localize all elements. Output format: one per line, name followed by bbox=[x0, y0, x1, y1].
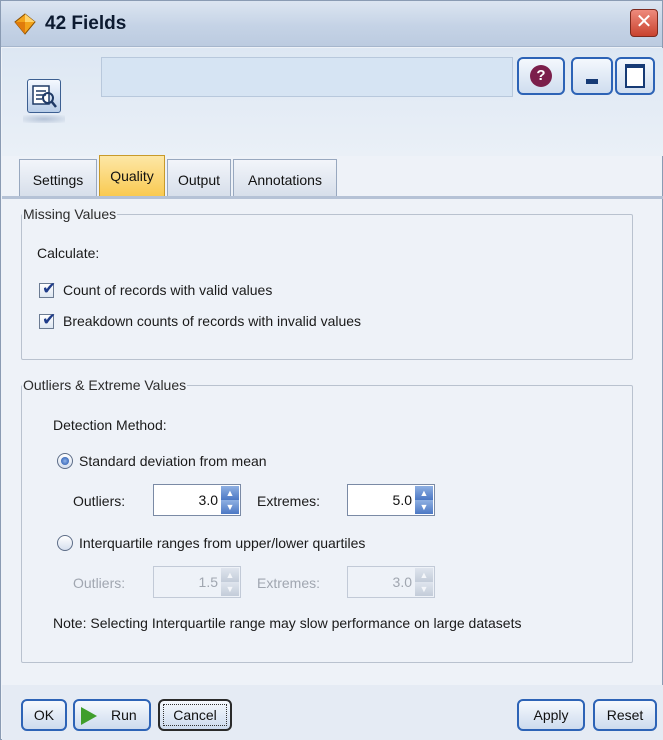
valid-values-label: Count of records with valid values bbox=[63, 282, 273, 298]
spinner-down-icon[interactable]: ▼ bbox=[221, 582, 239, 596]
spinner-arrows[interactable]: ▲ ▼ bbox=[415, 486, 433, 514]
std-extremes-label: Extremes: bbox=[257, 493, 321, 509]
focus-ring bbox=[163, 704, 227, 726]
spinner-down-icon[interactable]: ▼ bbox=[221, 500, 239, 514]
iqr-outliers-spinner[interactable]: 1.5 ▲ ▼ bbox=[153, 566, 241, 598]
iqr-radio[interactable] bbox=[57, 535, 73, 551]
std-outliers-value: 3.0 bbox=[198, 492, 218, 508]
iqr-label: Interquartile ranges from upper/lower qu… bbox=[79, 535, 366, 551]
reset-button[interactable]: Reset bbox=[593, 699, 657, 731]
help-button[interactable]: ? bbox=[517, 57, 565, 95]
apply-button[interactable]: Apply bbox=[517, 699, 585, 731]
radio-selected-dot bbox=[61, 457, 69, 465]
app-diamond-icon bbox=[14, 13, 36, 35]
ok-button[interactable]: OK bbox=[21, 699, 67, 731]
window-title: 42 Fields bbox=[45, 13, 127, 34]
std-dev-label: Standard deviation from mean bbox=[79, 453, 267, 469]
checkmark-icon: ✔ bbox=[42, 310, 57, 329]
node-glyph-icon bbox=[32, 85, 57, 108]
outliers-legend: Outliers & Extreme Values bbox=[23, 377, 187, 393]
close-button[interactable]: ✕ bbox=[630, 9, 658, 37]
run-button[interactable]: Run bbox=[73, 699, 151, 731]
iqr-extremes-spinner[interactable]: 3.0 ▲ ▼ bbox=[347, 566, 435, 598]
std-extremes-spinner[interactable]: 5.0 ▲ ▼ bbox=[347, 484, 435, 516]
maximize-button[interactable] bbox=[615, 57, 655, 95]
title-bar[interactable]: 42 Fields ✕ bbox=[1, 1, 662, 47]
run-play-icon bbox=[81, 707, 97, 725]
dialog-window: 42 Fields ✕ ? Settings Quality Output An… bbox=[0, 0, 663, 740]
tab-output[interactable]: Output bbox=[167, 159, 231, 197]
tab-annotations[interactable]: Annotations bbox=[233, 159, 337, 197]
performance-note: Note: Selecting Interquartile range may … bbox=[53, 615, 522, 631]
node-icon-shadow bbox=[23, 115, 65, 123]
spinner-up-icon[interactable]: ▲ bbox=[415, 568, 433, 582]
spinner-up-icon[interactable]: ▲ bbox=[221, 568, 239, 582]
spinner-down-icon[interactable]: ▼ bbox=[415, 500, 433, 514]
help-icon: ? bbox=[530, 65, 552, 87]
std-extremes-value: 5.0 bbox=[392, 492, 412, 508]
detection-method-label: Detection Method: bbox=[53, 417, 167, 433]
close-icon: ✕ bbox=[635, 11, 653, 33]
spinner-up-icon[interactable]: ▲ bbox=[415, 486, 433, 500]
minimize-icon bbox=[586, 79, 598, 84]
calculate-label: Calculate: bbox=[37, 245, 100, 261]
ok-label: OK bbox=[33, 707, 55, 723]
checkmark-icon: ✔ bbox=[42, 279, 57, 298]
iqr-outliers-label: Outliers: bbox=[73, 575, 126, 591]
invalid-breakdown-checkbox[interactable]: ✔ bbox=[39, 310, 56, 329]
data-audit-node-icon bbox=[27, 79, 61, 113]
cancel-button[interactable]: Cancel bbox=[158, 699, 232, 731]
spinner-arrows[interactable]: ▲ ▼ bbox=[221, 486, 239, 514]
spinner-arrows[interactable]: ▲ ▼ bbox=[221, 568, 239, 596]
iqr-outliers-value: 1.5 bbox=[198, 574, 218, 590]
run-label: Run bbox=[111, 707, 137, 723]
tab-settings[interactable]: Settings bbox=[19, 159, 97, 197]
iqr-extremes-value: 3.0 bbox=[392, 574, 412, 590]
std-outliers-spinner[interactable]: 3.0 ▲ ▼ bbox=[153, 484, 241, 516]
minimize-button[interactable] bbox=[571, 57, 613, 95]
valid-values-checkbox[interactable]: ✔ bbox=[39, 279, 56, 298]
tab-output-label: Output bbox=[177, 172, 221, 188]
maximize-icon bbox=[625, 64, 645, 88]
tab-settings-label: Settings bbox=[32, 172, 84, 188]
spinner-arrows[interactable]: ▲ ▼ bbox=[415, 568, 433, 596]
missing-values-legend: Missing Values bbox=[23, 206, 117, 222]
spinner-down-icon[interactable]: ▼ bbox=[415, 582, 433, 596]
apply-label: Apply bbox=[533, 707, 569, 723]
tab-annotations-label: Annotations bbox=[248, 172, 322, 188]
tab-quality-label: Quality bbox=[110, 168, 154, 184]
invalid-breakdown-label: Breakdown counts of records with invalid… bbox=[63, 313, 362, 329]
spinner-up-icon[interactable]: ▲ bbox=[221, 486, 239, 500]
std-dev-radio[interactable] bbox=[57, 453, 73, 469]
std-outliers-label: Outliers: bbox=[73, 493, 126, 509]
iqr-extremes-label: Extremes: bbox=[257, 575, 321, 591]
reset-label: Reset bbox=[606, 707, 644, 723]
tab-quality[interactable]: Quality bbox=[99, 155, 165, 197]
node-name-field[interactable] bbox=[101, 57, 513, 97]
